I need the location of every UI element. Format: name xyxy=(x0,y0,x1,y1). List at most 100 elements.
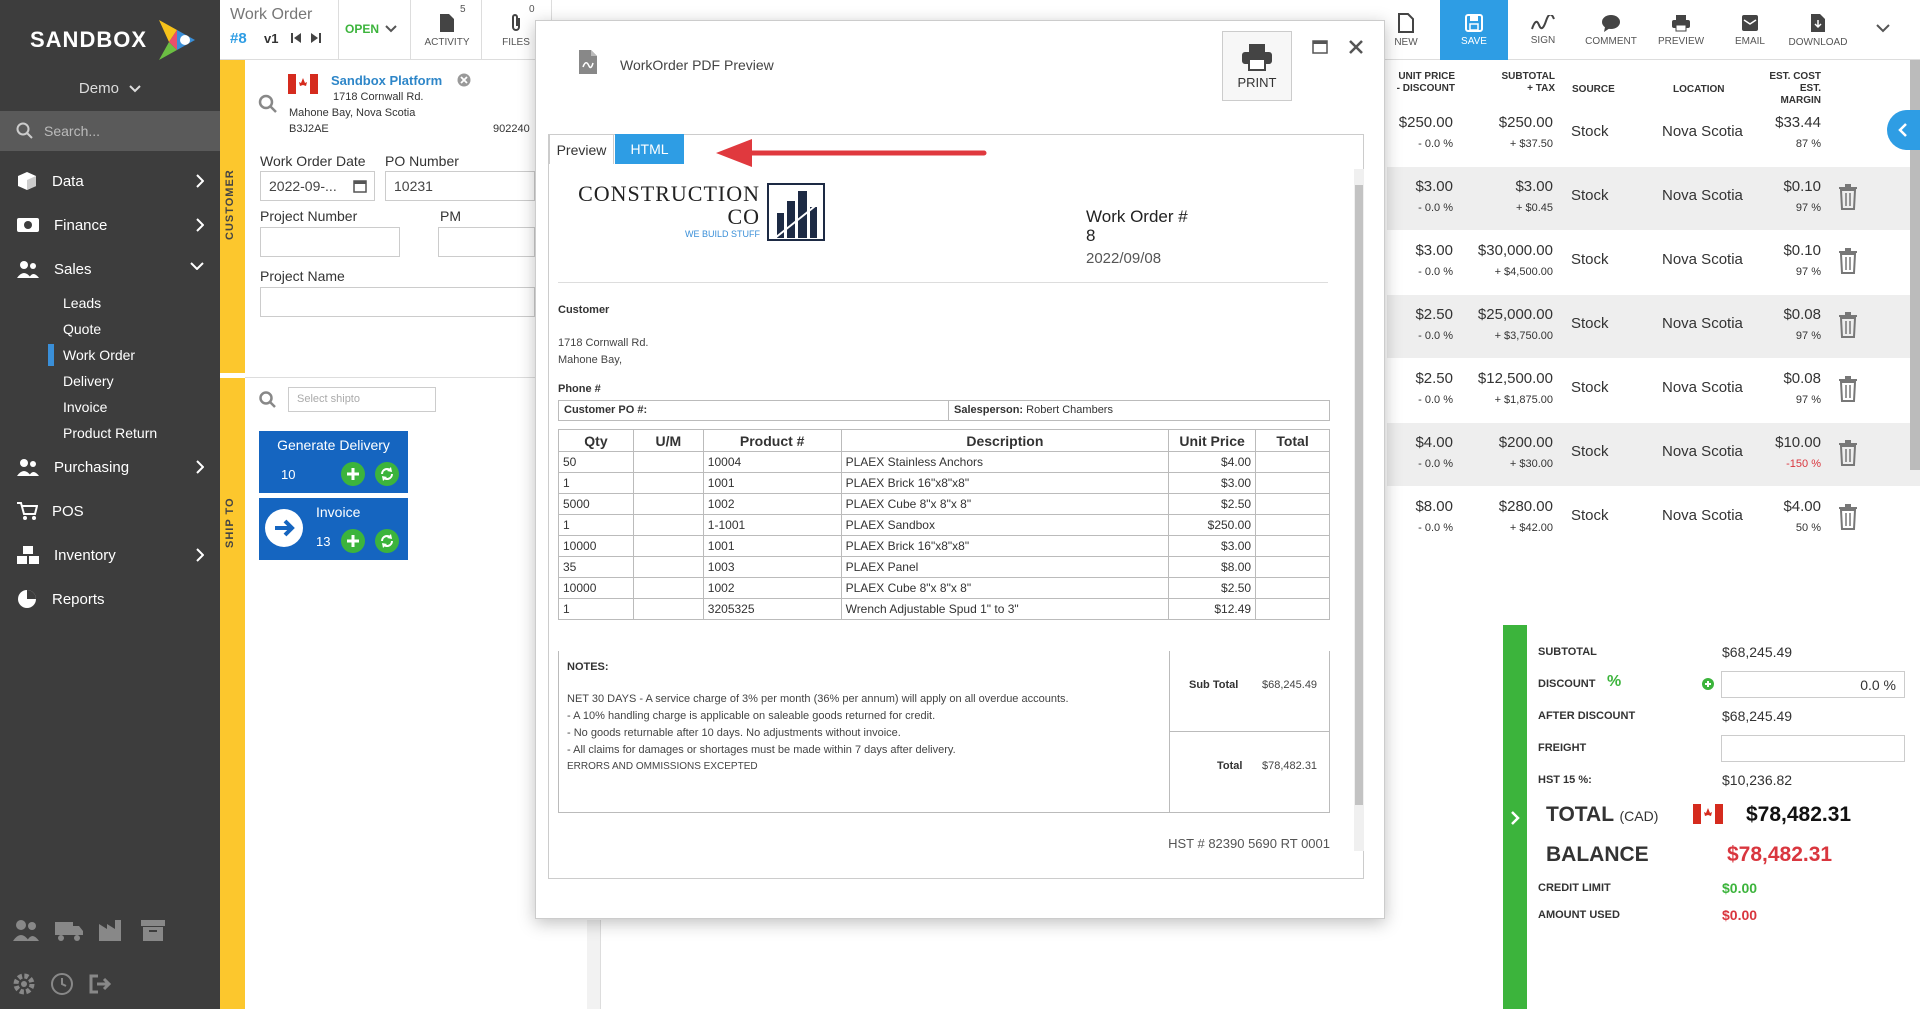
trash-icon[interactable] xyxy=(1838,312,1858,338)
first-record-icon[interactable] xyxy=(290,32,302,44)
app-logo[interactable]: SANDBOX xyxy=(30,14,199,66)
truck-icon[interactable] xyxy=(54,918,84,942)
shipto-select[interactable]: Select shipto xyxy=(288,387,436,412)
active-indicator xyxy=(48,344,54,366)
gear-icon[interactable] xyxy=(12,972,36,996)
save-button[interactable]: SAVE xyxy=(1440,0,1508,60)
wo-date-value: 2022-09-... xyxy=(269,178,337,194)
totals-toggle-strip[interactable] xyxy=(1503,625,1527,1009)
sidebar-item-reports[interactable]: Reports xyxy=(0,581,220,617)
collapse-panel-tab[interactable] xyxy=(1887,110,1920,150)
doc-scrollbar-thumb[interactable] xyxy=(1355,185,1363,805)
sidebar-item-inventory[interactable]: Inventory xyxy=(0,537,220,573)
tab-html[interactable]: HTML xyxy=(615,134,684,164)
pm-input[interactable] xyxy=(438,227,535,257)
sidebar-item-data[interactable]: Data xyxy=(0,163,220,199)
doc-line-row: 50 10004 PLAEX Stainless Anchors $4.00 xyxy=(558,451,1330,473)
sidebar-sub-work-order[interactable]: Work Order xyxy=(63,344,135,366)
line-item-row[interactable]: $4.00 - 0.0 % $200.00 + $30.00 Stock Nova Sco… xyxy=(1387,423,1920,486)
doc-col-um: U/M xyxy=(632,429,704,452)
line-item-row[interactable]: $250.00 - 0.0 % $250.00 + $37.50 Stock Nova S… xyxy=(1387,103,1920,166)
doc-line-desc: PLAEX Cube 8"x 8"x 8" xyxy=(840,577,1170,599)
trash-icon[interactable] xyxy=(1838,440,1858,466)
project-number-input[interactable] xyxy=(260,227,400,257)
red-arrow-annotation-icon xyxy=(714,138,994,168)
factory-icon[interactable] xyxy=(98,918,126,942)
comment-button[interactable]: COMMENT xyxy=(1577,0,1645,60)
calendar-icon[interactable] xyxy=(353,179,367,193)
wo-date-input[interactable]: 2022-09-... xyxy=(260,171,375,201)
sidebar-item-finance[interactable]: Finance xyxy=(0,207,220,243)
add-icon[interactable] xyxy=(341,529,365,553)
money-icon xyxy=(16,216,40,234)
last-record-icon[interactable] xyxy=(310,32,322,44)
clear-customer-icon[interactable] xyxy=(457,73,471,87)
line-item-row[interactable]: $3.00 - 0.0 % $30,000.00 + $4,500.00 Stock No… xyxy=(1387,231,1920,294)
add-discount-icon[interactable] xyxy=(1702,678,1714,690)
print-button[interactable]: PRINT xyxy=(1222,31,1292,101)
trash-icon[interactable] xyxy=(1838,248,1858,274)
preview-button[interactable]: PREVIEW xyxy=(1647,0,1715,60)
freight-input[interactable] xyxy=(1721,735,1905,762)
percent-icon[interactable]: % xyxy=(1607,673,1621,691)
generate-delivery-card[interactable]: Generate Delivery 10 xyxy=(259,431,408,493)
unit-price: $8.00 xyxy=(1415,498,1453,515)
sidebar-sub-leads[interactable]: Leads xyxy=(63,292,101,314)
trash-icon[interactable] xyxy=(1838,504,1858,530)
clock-icon[interactable] xyxy=(50,972,74,996)
doc-divider xyxy=(558,282,1328,283)
line-item-row[interactable]: $8.00 - 0.0 % $280.00 + $42.00 Stock Nova Sco… xyxy=(1387,487,1920,550)
est-margin: 97 % xyxy=(1795,202,1821,214)
sidebar-item-sales[interactable]: Sales xyxy=(0,251,220,287)
customer-name-link[interactable]: Sandbox Platform xyxy=(331,73,442,88)
maximize-icon[interactable] xyxy=(1312,40,1328,54)
close-icon[interactable] xyxy=(1348,39,1364,55)
line-item-row[interactable]: $2.50 - 0.0 % $25,000.00 + $3,750.00 Stock No… xyxy=(1387,295,1920,358)
sign-label: SIGN xyxy=(1530,34,1556,46)
generate-delivery-label: Generate Delivery xyxy=(277,437,390,453)
download-button[interactable]: DOWNLOAD xyxy=(1784,0,1852,60)
logout-icon[interactable] xyxy=(88,972,112,996)
company-selector[interactable]: Demo xyxy=(0,80,220,97)
trash-icon[interactable] xyxy=(1838,184,1858,210)
sidebar-search[interactable]: Search... xyxy=(0,111,220,151)
project-name-input[interactable] xyxy=(260,287,535,317)
customer-search-icon[interactable] xyxy=(258,94,278,114)
activity-button[interactable]: ACTIVITY xyxy=(413,0,481,60)
discount-input[interactable]: 0.0 % xyxy=(1721,671,1905,698)
add-icon[interactable] xyxy=(341,462,365,486)
tab-preview[interactable]: Preview xyxy=(549,134,614,164)
sidebar-item-purchasing[interactable]: Purchasing xyxy=(0,449,220,485)
pdf-preview-modal: WorkOrder PDF Preview PRINT Preview HTML… xyxy=(535,20,1385,919)
line-item-row[interactable]: $2.50 - 0.0 % $12,500.00 + $1,875.00 Stock No… xyxy=(1387,359,1920,422)
document-icon xyxy=(439,13,455,33)
po-number-input[interactable]: 10231 xyxy=(385,171,535,201)
sidebar-item-label: Purchasing xyxy=(54,458,130,476)
refresh-icon[interactable] xyxy=(375,462,399,486)
sidebar-sub-product-return[interactable]: Product Return xyxy=(63,422,157,444)
line-item-row[interactable]: $3.00 - 0.0 % $3.00 + $0.45 Stock Nova Scotia… xyxy=(1387,167,1920,230)
email-button[interactable]: EMAIL xyxy=(1716,0,1784,60)
doc-line-product: 1001 xyxy=(702,472,842,494)
col-unit-price-header: UNIT PRICE - DISCOUNT xyxy=(1395,71,1455,95)
trash-icon[interactable] xyxy=(1838,376,1858,402)
email-icon xyxy=(1740,14,1760,32)
sidebar-sub-delivery[interactable]: Delivery xyxy=(63,370,114,392)
sidebar-item-pos[interactable]: POS xyxy=(0,493,220,529)
archive-icon[interactable] xyxy=(140,918,166,942)
sidebar-sub-quote[interactable]: Quote xyxy=(63,318,101,340)
header-discount: - DISCOUNT xyxy=(1396,83,1455,94)
doc-total-label: Total xyxy=(1217,760,1243,772)
chevron-right-icon xyxy=(196,460,204,474)
users-icon[interactable] xyxy=(12,918,40,942)
doc-line-row: 35 1003 PLAEX Panel $8.00 xyxy=(558,556,1330,578)
refresh-icon[interactable] xyxy=(375,529,399,553)
invoice-card[interactable]: Invoice 13 xyxy=(259,498,408,560)
sidebar-sub-invoice[interactable]: Invoice xyxy=(63,396,107,418)
status-dropdown[interactable]: OPEN xyxy=(345,22,397,36)
shipto-search-icon[interactable] xyxy=(259,391,277,409)
more-chevron-down-icon[interactable] xyxy=(1876,24,1890,34)
sign-button[interactable]: SIGN xyxy=(1509,0,1577,60)
doc-scrollbar-track[interactable] xyxy=(1354,169,1364,851)
document-preview: CONSTRUCTION CO WE BUILD STUFF Work Orde… xyxy=(558,173,1348,853)
